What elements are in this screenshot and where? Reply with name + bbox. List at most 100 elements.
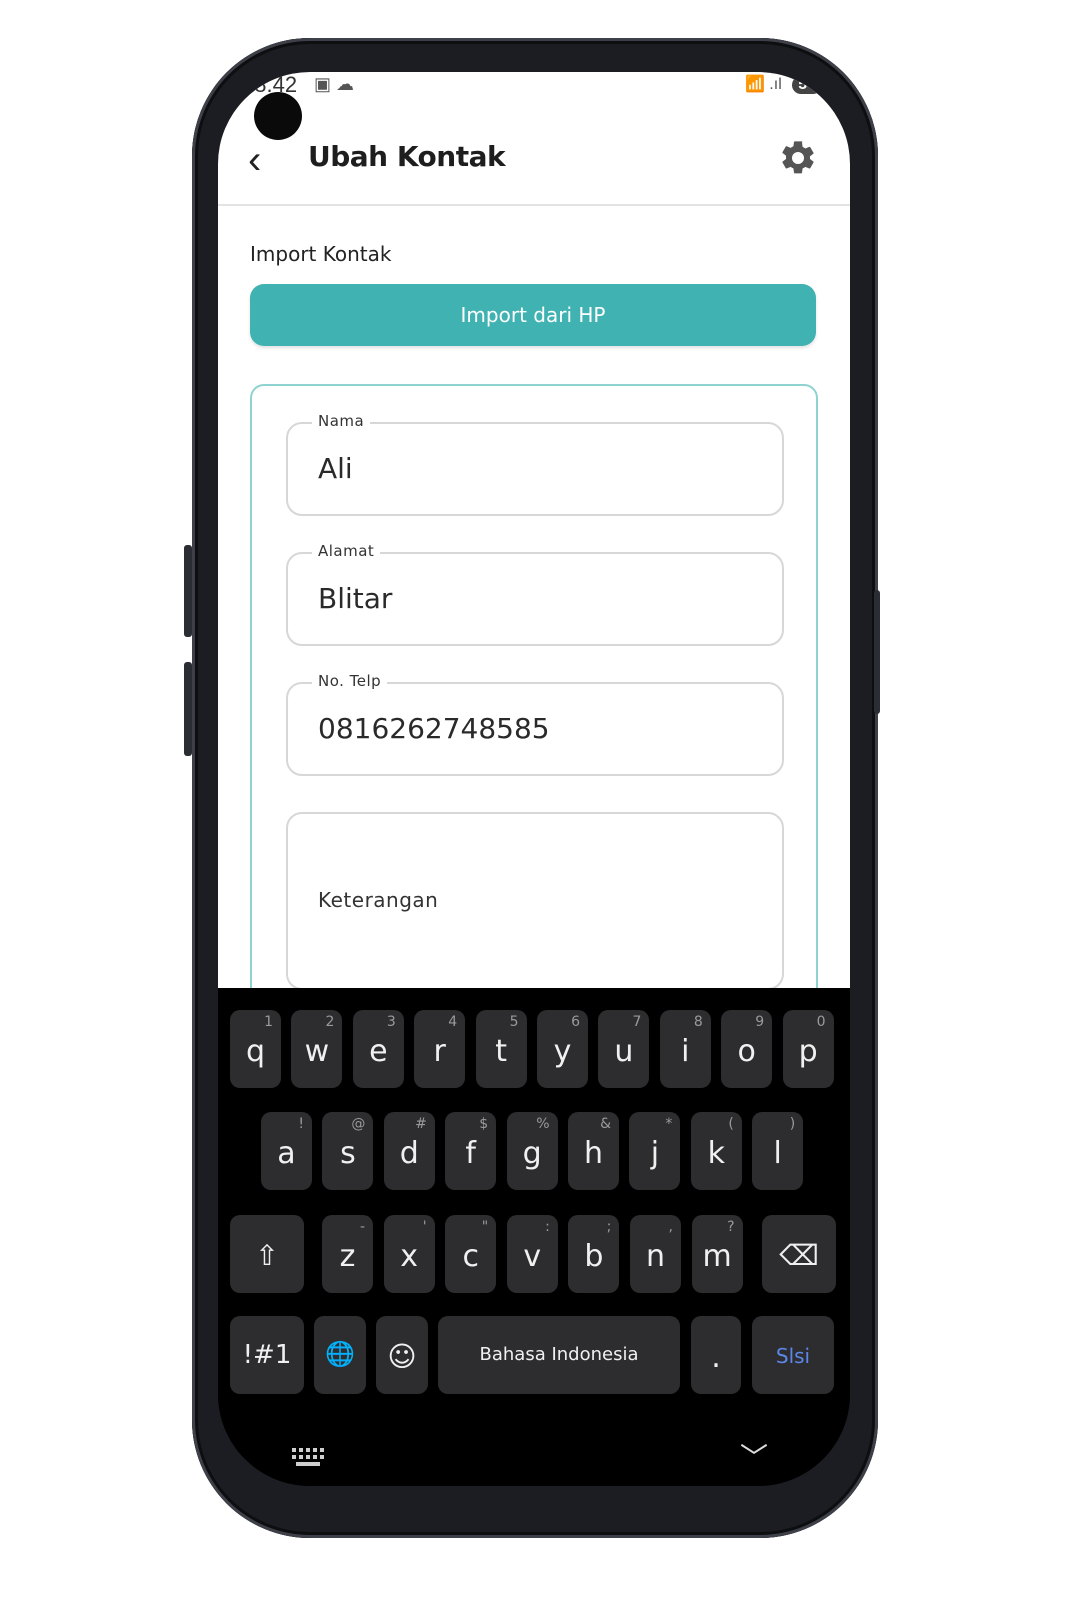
- key-secondary-label: @: [351, 1116, 366, 1132]
- contact-form-card: Nama Ali Alamat Blitar No. Telp 08162627…: [250, 384, 818, 1028]
- address-field[interactable]: Alamat Blitar: [286, 542, 784, 646]
- key-s[interactable]: @ s: [322, 1112, 374, 1190]
- key-label: e: [369, 1034, 388, 1069]
- done-key[interactable]: Slsi: [752, 1316, 834, 1394]
- volume-down-button: [184, 662, 192, 756]
- key-label: m: [702, 1239, 732, 1274]
- key-o[interactable]: 9o: [721, 1010, 773, 1088]
- key-label: q: [245, 1034, 266, 1069]
- gear-icon[interactable]: [778, 138, 818, 178]
- key-secondary-label: 3: [386, 1014, 396, 1030]
- key-label: s: [340, 1136, 356, 1171]
- key-b[interactable]: ; b: [568, 1215, 620, 1293]
- key-z[interactable]: -z: [322, 1215, 373, 1293]
- key-j[interactable]: * j: [629, 1112, 681, 1190]
- power-button: [874, 590, 880, 714]
- key-secondary-label: %: [536, 1116, 550, 1132]
- key-q[interactable]: 1q: [230, 1010, 281, 1088]
- key-secondary-label: &: [600, 1116, 611, 1132]
- symbols-key[interactable]: !#1: [230, 1316, 304, 1394]
- key-l[interactable]: ) l: [752, 1112, 804, 1190]
- back-arrow-icon[interactable]: ‹: [248, 140, 261, 180]
- status-notification-icons: ▣ ☁: [314, 74, 355, 94]
- backspace-icon: ⌫: [779, 1239, 819, 1272]
- key-secondary-label: $: [479, 1116, 489, 1132]
- key-k[interactable]: (k: [690, 1112, 742, 1190]
- key-e[interactable]: 3e: [352, 1010, 404, 1088]
- status-bar: 08.42 ▣ ☁ 📶 .ıl 54: [218, 72, 850, 102]
- key-secondary-label: (: [728, 1116, 734, 1132]
- status-signal-icons: 📶 .ıl 54: [745, 74, 822, 94]
- key-label: t: [495, 1034, 507, 1069]
- name-field-label: Nama: [312, 412, 371, 430]
- key-w[interactable]: 2w: [291, 1010, 343, 1088]
- key-h[interactable]: & h: [568, 1112, 619, 1190]
- key-x[interactable]: ' x: [383, 1215, 435, 1293]
- key-d[interactable]: # d: [383, 1112, 435, 1190]
- address-field-label: Alamat: [312, 542, 381, 560]
- battery-icon: 54: [792, 76, 822, 94]
- key-n[interactable]: ,n: [630, 1215, 681, 1293]
- key-secondary-label: !: [298, 1116, 304, 1132]
- key-label: y: [553, 1034, 572, 1069]
- key-secondary-label: -: [359, 1219, 365, 1235]
- hide-keyboard-icon[interactable]: ﹀: [740, 1436, 768, 1476]
- key-g[interactable]: % g: [506, 1112, 558, 1190]
- soft-keyboard: 1q2w3e4r5t6y7u8i9o0p ! a @ s # d $ f% g & h * j(k) l …: [218, 988, 850, 1486]
- key-secondary-label: 8: [693, 1014, 703, 1030]
- key-label: w: [304, 1034, 330, 1069]
- key-secondary-label: 1: [264, 1014, 273, 1030]
- phone-field[interactable]: No. Telp 0816262748585: [286, 672, 784, 776]
- space-key[interactable]: Bahasa Indonesia: [438, 1316, 680, 1394]
- key-v[interactable]: :v: [506, 1215, 558, 1293]
- symbols-key-label: !#1: [242, 1340, 292, 1370]
- key-label: x: [400, 1239, 418, 1274]
- globe-icon: 🌐: [325, 1340, 355, 1368]
- key-label: k: [707, 1136, 725, 1171]
- notes-textarea[interactable]: Keterangan: [286, 812, 784, 990]
- emoji-icon: ☺: [387, 1340, 417, 1373]
- backspace-key[interactable]: ⌫: [762, 1215, 836, 1293]
- import-from-phone-button[interactable]: Import dari HP: [250, 284, 816, 346]
- edit-contact-screen: 08.42 ▣ ☁ 📶 .ıl 54 ‹ Ubah Kontak Import …: [218, 72, 850, 1028]
- key-label: h: [583, 1136, 603, 1171]
- key-p[interactable]: 0p: [782, 1010, 834, 1088]
- period-key[interactable]: .: [691, 1316, 741, 1394]
- key-secondary-label: 0: [816, 1014, 826, 1030]
- notes-placeholder: Keterangan: [318, 888, 439, 912]
- key-secondary-label: 2: [325, 1014, 335, 1030]
- key-u[interactable]: 7u: [598, 1010, 650, 1088]
- period-key-label: .: [711, 1340, 721, 1375]
- key-secondary-label: 4: [448, 1014, 458, 1030]
- name-field[interactable]: Nama Ali: [286, 412, 784, 516]
- key-label: i: [681, 1034, 690, 1069]
- name-field-value: Ali: [318, 452, 353, 485]
- key-label: d: [399, 1136, 419, 1171]
- key-label: n: [645, 1239, 665, 1274]
- key-label: o: [737, 1034, 756, 1069]
- key-secondary-label: ): [789, 1116, 796, 1132]
- phone-field-value: 0816262748585: [318, 712, 550, 745]
- done-key-label: Slsi: [775, 1344, 811, 1368]
- emoji-key[interactable]: ☺: [376, 1316, 428, 1394]
- key-m[interactable]: ? m: [691, 1215, 743, 1293]
- import-section-label: Import Kontak: [250, 242, 392, 266]
- key-f[interactable]: $ f: [445, 1112, 497, 1190]
- key-t[interactable]: 5t: [475, 1010, 527, 1088]
- key-label: l: [773, 1136, 782, 1171]
- key-r[interactable]: 4r: [414, 1010, 466, 1088]
- key-y[interactable]: 6y: [537, 1010, 588, 1088]
- key-label: u: [614, 1034, 634, 1069]
- key-c[interactable]: " c: [445, 1215, 497, 1293]
- key-i[interactable]: 8i: [659, 1010, 711, 1088]
- key-secondary-label: ;: [606, 1219, 612, 1235]
- address-field-value: Blitar: [318, 582, 393, 615]
- keyboard-icon[interactable]: [292, 1446, 326, 1468]
- app-header: ‹ Ubah Kontak: [218, 132, 850, 206]
- key-a[interactable]: ! a: [261, 1112, 312, 1190]
- shift-icon: ⇧: [255, 1239, 279, 1272]
- volume-up-button: [184, 545, 192, 637]
- shift-key[interactable]: ⇧: [230, 1215, 304, 1293]
- language-key[interactable]: 🌐: [314, 1316, 366, 1394]
- key-secondary-label: ': [422, 1219, 427, 1235]
